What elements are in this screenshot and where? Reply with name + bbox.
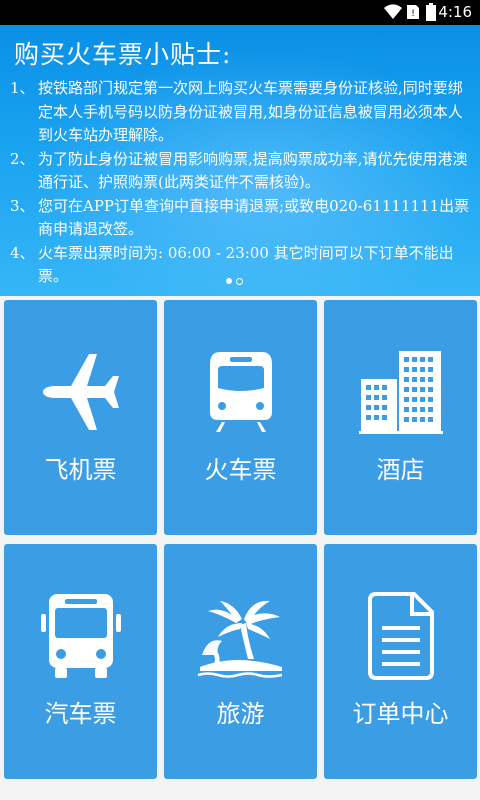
tip-number: 4、 [10, 243, 35, 262]
train-icon [209, 352, 272, 432]
bus-icon [40, 594, 121, 678]
tips-banner[interactable]: 购买火车票小贴士: 1、 按铁路部门规定第一次网上购买火车票需要身份证核验,同时… [0, 25, 480, 296]
tile-label: 订单中心 [352, 700, 449, 728]
status-bar: ! 4:16 [0, 0, 480, 25]
palm-tree-island-icon [197, 600, 282, 678]
tile-label: 飞机票 [44, 456, 117, 484]
flight-tickets-button[interactable]: 飞机票 [4, 300, 157, 535]
tip-number: 1、 [10, 79, 35, 97]
travel-button[interactable]: 旅游 [164, 544, 317, 779]
sim-no-signal-icon: ! [407, 5, 419, 19]
tile-label: 旅游 [216, 700, 265, 728]
tile-label: 火车票 [204, 456, 277, 484]
tip-number: 3、 [10, 196, 35, 215]
bus-tickets-button[interactable]: 汽车票 [4, 544, 157, 779]
tile-label: 酒店 [376, 456, 425, 484]
svg-text:!: ! [411, 9, 415, 19]
order-center-button[interactable]: 订单中心 [324, 544, 477, 779]
battery-icon [426, 3, 436, 21]
hotel-button[interactable]: 酒店 [324, 300, 477, 535]
tip-number: 2、 [10, 149, 35, 168]
page-indicator [226, 278, 243, 285]
tip-text: 您可在APP订单查询中直接申请退票;或致电020-61111111出票商申请退改… [38, 196, 470, 239]
train-tickets-button[interactable]: 火车票 [164, 300, 317, 535]
tips-list: 1、 按铁路部门规定第一次网上购买火车票需要身份证核验,同时要绑定本人手机号码以… [10, 77, 472, 289]
wifi-icon [384, 4, 402, 20]
page-dot-active [226, 278, 232, 284]
tip-item: 2、 为了防止身份证被冒用影响购票,提高购票成功率,请优先使用港澳通行证、护照购… [10, 148, 472, 195]
tip-item: 1、 按铁路部门规定第一次网上购买火车票需要身份证核验,同时要绑定本人手机号码以… [10, 77, 472, 148]
status-time: 4:16 [438, 3, 472, 21]
tile-label: 汽车票 [44, 700, 117, 728]
page-dot-inactive [236, 278, 243, 285]
banner-title: 购买火车票小贴士: [14, 40, 232, 69]
tip-text: 按铁路部门规定第一次网上购买火车票需要身份证核验,同时要绑定本人手机号码以防身份… [38, 79, 463, 144]
airplane-icon [42, 354, 119, 430]
hotel-building-icon [358, 351, 443, 434]
tip-item: 3、 您可在APP订单查询中直接申请退票;或致电020-61111111出票商申… [10, 195, 472, 242]
tip-text: 为了防止身份证被冒用影响购票,提高购票成功率,请优先使用港澳通行证、护照购票(此… [38, 149, 468, 192]
document-icon [367, 592, 434, 680]
tip-text: 火车票出票时间为: 06:00 - 23:00 其它时间可以下订单不能出票。 [38, 243, 454, 286]
